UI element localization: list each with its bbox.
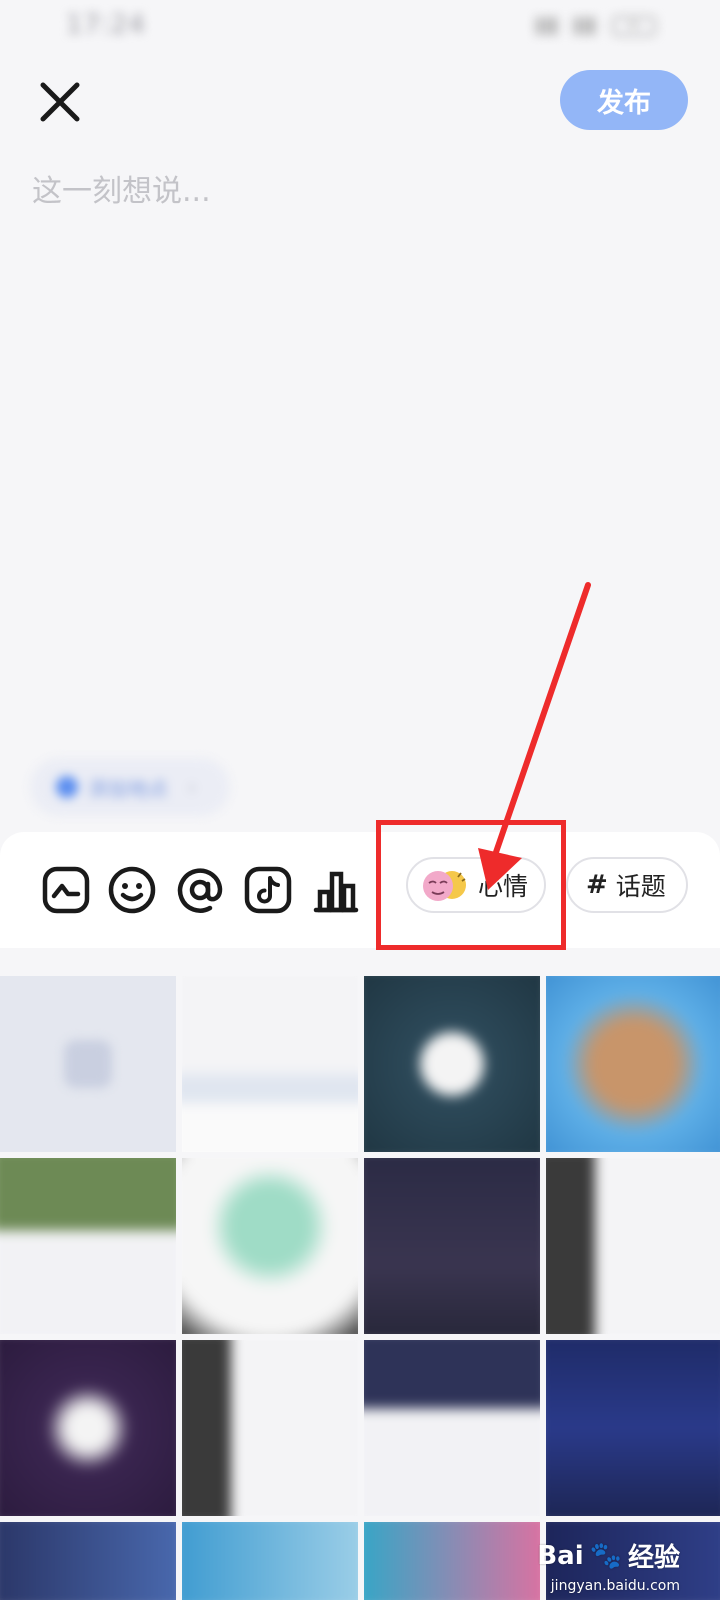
gallery-thumb[interactable]: [364, 976, 540, 1152]
status-time: 17:24: [66, 10, 146, 40]
gallery-thumb[interactable]: [364, 1340, 540, 1516]
music-button[interactable]: [240, 862, 296, 918]
location-icon: [56, 776, 78, 798]
status-icons: 85: [536, 16, 656, 36]
gallery-thumb[interactable]: [546, 1158, 720, 1334]
vote-button[interactable]: [308, 862, 364, 918]
gallery-thumb[interactable]: [182, 976, 358, 1152]
gallery-thumb[interactable]: [182, 1158, 358, 1334]
mention-at-icon: [177, 868, 223, 913]
tiktok-music-icon: [244, 866, 292, 914]
topic-chip[interactable]: # 话题: [566, 857, 688, 913]
gallery-thumb[interactable]: [0, 1522, 176, 1600]
image-button[interactable]: [38, 862, 94, 918]
close-button[interactable]: [34, 76, 86, 128]
annotation-highlight-box: [376, 820, 566, 950]
gallery-thumb[interactable]: [0, 1158, 176, 1334]
gallery-thumb[interactable]: [546, 976, 720, 1152]
compose-input[interactable]: [32, 166, 682, 726]
gallery-thumb[interactable]: [182, 1340, 358, 1516]
mention-button[interactable]: [172, 862, 228, 918]
camera-icon: [64, 1040, 112, 1088]
vote-chart-icon: [313, 871, 359, 913]
image-icon: [42, 866, 90, 914]
watermark-url: jingyan.baidu.com: [550, 1578, 680, 1594]
battery-icon: 85: [612, 16, 656, 36]
emoji-button[interactable]: [104, 862, 160, 918]
gallery-thumb[interactable]: [364, 1158, 540, 1334]
location-label: 添加地点: [88, 776, 168, 801]
gallery-camera-tile[interactable]: [0, 976, 176, 1152]
gallery-thumb[interactable]: [546, 1340, 720, 1516]
location-chip[interactable]: 添加地点 ›: [30, 758, 230, 816]
close-icon: [40, 82, 80, 122]
gallery-thumb[interactable]: [182, 1522, 358, 1600]
gallery-thumb[interactable]: [0, 1340, 176, 1516]
chevron-right-icon: ›: [188, 775, 196, 799]
wifi-icon: [536, 17, 562, 35]
compose-toolbar: 心情 # 话题: [0, 832, 720, 948]
status-bar: 17:24 85: [0, 0, 720, 56]
gallery-thumb[interactable]: [364, 1522, 540, 1600]
photo-gallery: [0, 976, 720, 1600]
publish-button[interactable]: 发布: [560, 70, 688, 130]
emoji-icon: [108, 866, 156, 914]
baidu-jingyan-watermark: Bai 🐾 经验: [537, 1537, 680, 1574]
signal-icon: [574, 17, 600, 35]
watermark-brand2: 经验: [627, 1543, 680, 1573]
hashtag-icon: #: [586, 870, 608, 900]
topic-label: 话题: [615, 872, 666, 901]
watermark-brand: Bai: [537, 1540, 584, 1571]
paw-icon: 🐾: [589, 1540, 622, 1571]
